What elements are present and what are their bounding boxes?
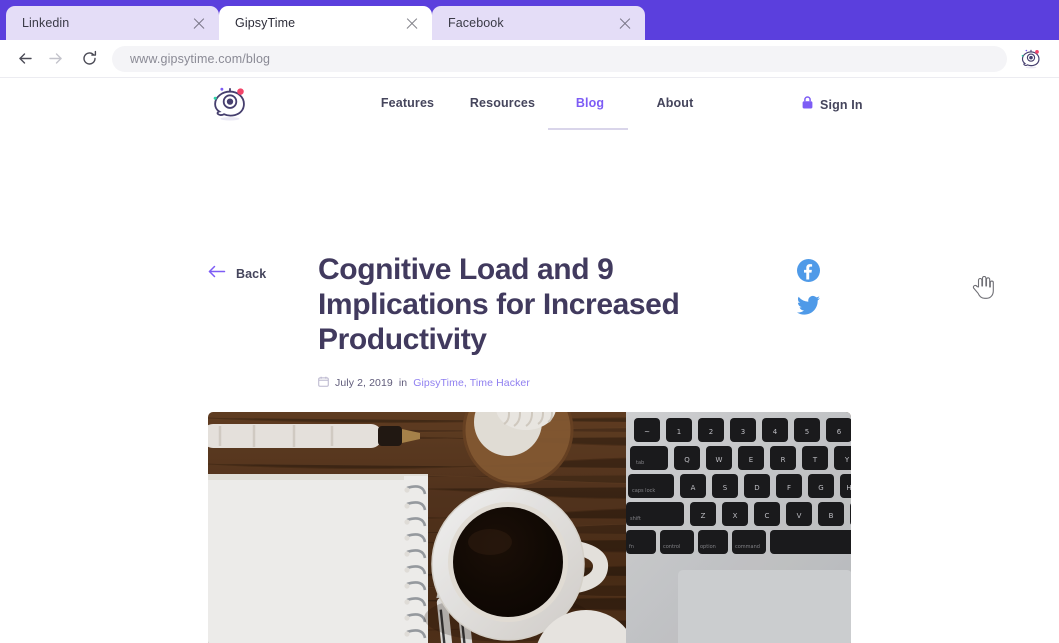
tab-title: Linkedin <box>22 16 70 30</box>
nav-item-resources[interactable]: Resources <box>455 96 550 110</box>
nav-active-underline <box>548 128 628 130</box>
web-page: Features Resources Blog About Sign In Ba… <box>0 78 1059 643</box>
browser-window: Linkedin GipsyTime Facebook www.gipsytim… <box>0 0 1059 643</box>
tab-title: Facebook <box>448 16 504 30</box>
forward-arrow-icon[interactable] <box>40 44 70 74</box>
tab-title: GipsyTime <box>235 16 296 30</box>
article-meta-separator: in <box>398 377 408 389</box>
article-date: July 2, 2019 <box>335 377 393 389</box>
back-link[interactable]: Back <box>208 265 266 283</box>
article-meta: July 2, 2019 in GipsyTime, Time Hacker <box>318 376 530 390</box>
close-icon[interactable] <box>404 15 420 31</box>
browser-tabstrip: Linkedin GipsyTime Facebook <box>0 0 1059 40</box>
browser-tab-linkedin[interactable]: Linkedin <box>6 6 219 40</box>
arrow-left-icon <box>208 265 226 283</box>
site-navbar: Features Resources Blog About Sign In <box>0 78 1059 130</box>
nav-item-features[interactable]: Features <box>360 96 455 110</box>
gipsytime-extension-icon[interactable] <box>1017 45 1045 73</box>
back-arrow-icon[interactable] <box>10 44 40 74</box>
reload-icon[interactable] <box>74 44 104 74</box>
nav-item-blog[interactable]: Blog <box>550 96 630 110</box>
hand-pointer-cursor <box>972 275 994 300</box>
twitter-icon[interactable] <box>796 293 821 318</box>
calendar-icon <box>318 376 329 390</box>
back-label: Back <box>236 267 267 281</box>
url-bar[interactable]: www.gipsytime.com/blog <box>112 45 1007 72</box>
article-hero-image: tab caps lock shift fn control option co… <box>208 412 851 643</box>
share-buttons <box>796 258 821 318</box>
close-icon[interactable] <box>617 15 633 31</box>
facebook-icon[interactable] <box>796 258 821 283</box>
sign-in-button[interactable]: Sign In <box>802 96 863 114</box>
article-categories[interactable]: GipsyTime, Time Hacker <box>413 377 530 389</box>
site-nav-links: Features Resources Blog About <box>360 96 720 110</box>
browser-tab-gipsytime[interactable]: GipsyTime <box>219 6 432 40</box>
lock-icon <box>802 96 813 114</box>
close-icon[interactable] <box>191 15 207 31</box>
browser-toolbar: www.gipsytime.com/blog <box>0 40 1059 78</box>
gipsytime-logo-icon[interactable] <box>208 83 252 125</box>
browser-tab-facebook[interactable]: Facebook <box>432 6 645 40</box>
sign-in-label: Sign In <box>820 98 863 112</box>
page-title: Cognitive Load and 9 Implications for In… <box>318 253 680 356</box>
nav-item-about[interactable]: About <box>630 96 720 110</box>
url-text: www.gipsytime.com/blog <box>130 51 271 66</box>
